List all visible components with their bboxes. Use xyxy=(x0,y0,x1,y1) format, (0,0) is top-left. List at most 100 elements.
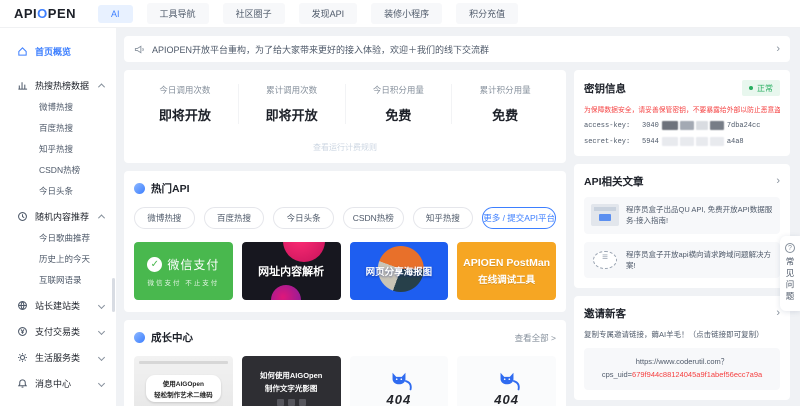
growth-center-title: 成长中心 xyxy=(151,330,193,345)
video-card-qrcode-tutorial[interactable]: 使用AIGOpen 轻松制作艺术二维码 00:00 xyxy=(134,356,233,406)
home-icon xyxy=(16,45,28,57)
video-404-text: 404 xyxy=(494,392,519,406)
globe-icon xyxy=(16,299,28,311)
invite-title: 邀请新客 xyxy=(584,306,626,321)
api-pill-csdn[interactable]: CSDN热榜 xyxy=(343,207,404,229)
nav-item-discover-api[interactable]: 发现API xyxy=(299,3,358,24)
api-pill-weibo[interactable]: 微博热搜 xyxy=(134,207,195,229)
banner-subtitle: 微信支付 不止支付 xyxy=(147,277,219,287)
growth-center-icon xyxy=(134,332,145,343)
api-pill-zhihu[interactable]: 知乎热搜 xyxy=(413,207,474,229)
sidebar-group-hot-lists[interactable]: 热搜热榜数据 xyxy=(0,74,116,96)
api-pill-baidu[interactable]: 百度热搜 xyxy=(204,207,265,229)
nav-item-tools[interactable]: 工具导航 xyxy=(147,3,209,24)
chevron-down-icon xyxy=(98,353,105,360)
banner-title: 网页分享海报图 xyxy=(366,264,433,278)
secret-key-prefix: 5944 xyxy=(642,138,659,146)
sidebar-group-label: 随机内容推荐 xyxy=(35,210,99,223)
banner-postman-tool[interactable]: APIOEN PostMan 在线调试工具 xyxy=(457,242,556,300)
article-item[interactable]: 程序员盒子出品QU API, 免费开放API数据服务-接入指南! xyxy=(584,197,780,234)
notice-text: APIOPEN开放平台重构，为了给大家带来更好的接入体验，欢迎＋我们的线下交流群 xyxy=(152,43,776,56)
decor-blob xyxy=(271,285,301,300)
api-articles-card: API相关文章 › 程序员盒子出品QU API, 免费开放API数据服务-接入指… xyxy=(574,164,790,288)
api-articles-title: API相关文章 xyxy=(584,174,644,189)
logo-text-post: PEN xyxy=(48,6,76,21)
banner-url-parser[interactable]: 网址内容解析 xyxy=(242,242,341,300)
video-card-text-light-tutorial[interactable]: 如何使用AIGOpen 制作文字光影图 00:00 xyxy=(242,356,341,406)
main-content: APIOPEN开放平台重构，为了给大家带来更好的接入体验，欢迎＋我们的线下交流群… xyxy=(116,28,800,406)
cat-404-illustration xyxy=(382,370,416,394)
sidebar-item-weibo-hot[interactable]: 微博热搜 xyxy=(0,96,116,117)
notice-banner[interactable]: APIOPEN开放平台重构，为了给大家带来更好的接入体验，欢迎＋我们的线下交流群… xyxy=(124,36,790,62)
view-all-link[interactable]: 查看全部 > xyxy=(515,332,556,344)
video-card-404[interactable]: 404 0:00 xyxy=(350,356,449,406)
stat-value: 即将开放 xyxy=(132,105,238,124)
stat-value: 免费 xyxy=(452,105,558,124)
nav-item-ai[interactable]: AI xyxy=(98,5,133,23)
sidebar-item-daily-song[interactable]: 今日歌曲推荐 xyxy=(0,227,116,248)
hot-api-title: 热门API xyxy=(151,181,190,196)
sidebar-item-zhihu-hot[interactable]: 知乎热搜 xyxy=(0,138,116,159)
key-info-title: 密钥信息 xyxy=(584,81,626,96)
access-key-label: access-key: xyxy=(584,122,642,130)
decor-thumbnails xyxy=(277,399,306,406)
sidebar-group-life-services[interactable]: 生活服务类 xyxy=(0,346,116,368)
chevron-right-icon[interactable]: › xyxy=(776,176,780,187)
chevron-right-icon[interactable]: › xyxy=(776,308,780,319)
sidebar-group-message-center[interactable]: 消息中心 xyxy=(0,372,116,394)
sidebar-item-toutiao[interactable]: 今日头条 xyxy=(0,180,116,201)
invite-url-line2: cps_uid=679f944c88124045a9f1abef56ecc7a9… xyxy=(590,369,774,382)
api-pill-more-submit[interactable]: 更多 / 提交API平台 xyxy=(482,207,556,229)
logo-o-mark: O xyxy=(37,6,48,21)
video-title-line2: 轻松制作艺术二维码 xyxy=(154,389,213,399)
stat-total-points: 累计积分用量 免费 xyxy=(451,84,558,124)
nav-item-points-recharge[interactable]: 积分充值 xyxy=(456,3,518,24)
article-thumbnail xyxy=(591,204,619,226)
sidebar-scrollbar[interactable] xyxy=(112,278,115,312)
chart-bars-icon xyxy=(16,79,28,91)
question-icon: ? xyxy=(785,243,795,253)
chevron-right-icon[interactable]: › xyxy=(776,44,780,55)
article-thumbnail xyxy=(591,249,619,271)
sun-icon xyxy=(16,351,28,363)
banner-title-line1: APIOEN PostMan xyxy=(463,257,550,269)
billing-rules-link[interactable]: 查看运行计费规则 xyxy=(132,142,558,153)
stat-value: 免费 xyxy=(346,105,452,124)
hot-api-icon xyxy=(134,183,145,194)
sidebar-group-label: 生活服务类 xyxy=(35,351,99,364)
key-info-card: 密钥信息 正常 为保障数据安全，请妥善保管密钥，不要暴露给外部以防止恶意盗刷流量… xyxy=(574,70,790,156)
wechat-pay-icon: ✓ xyxy=(147,257,162,272)
sidebar-group-label: 站长建站类 xyxy=(35,299,99,312)
logo[interactable]: APIOPEN xyxy=(14,6,76,21)
stat-label: 累计积分用量 xyxy=(452,84,558,96)
api-pill-toutiao[interactable]: 今日头条 xyxy=(273,207,334,229)
video-title-line1: 使用AIGOpen xyxy=(154,378,213,388)
access-key-prefix: 3040 xyxy=(642,122,659,130)
sidebar-group-label: 热搜热榜数据 xyxy=(35,79,99,92)
article-text: 程序员盒子开放api横向请求跨域问题解决方案! xyxy=(626,249,773,272)
sidebar-group-webmaster[interactable]: 站长建站类 xyxy=(0,294,116,316)
sidebar-item-baidu-hot[interactable]: 百度热搜 xyxy=(0,117,116,138)
nav-item-mini-program[interactable]: 装修小程序 xyxy=(371,3,442,24)
sidebar-item-history-today[interactable]: 历史上的今天 xyxy=(0,248,116,269)
sidebar-item-internet-quotes[interactable]: 互联网语录 xyxy=(0,269,116,290)
top-navbar: APIOPEN AI 工具导航 社区圈子 发现API 装修小程序 积分充值 xyxy=(0,0,800,28)
sidebar-item-home[interactable]: 首页概览 xyxy=(0,40,116,62)
page: APIOPEN AI 工具导航 社区圈子 发现API 装修小程序 积分充值 首页… xyxy=(0,0,800,406)
logo-text-pre: API xyxy=(14,6,37,21)
chevron-down-icon xyxy=(98,301,105,308)
faq-float-tab[interactable]: ? 常见问题 xyxy=(780,236,800,311)
banner-share-poster[interactable]: 网页分享海报图 xyxy=(350,242,449,300)
invite-link-box[interactable]: https://www.coderutil.com？ cps_uid=679f9… xyxy=(584,348,780,390)
banner-wechat-pay[interactable]: ✓ 微信支付 微信支付 不止支付 xyxy=(134,242,233,300)
sidebar-group-random-content[interactable]: 随机内容推荐 xyxy=(0,205,116,227)
clock-icon xyxy=(16,210,28,222)
nav-item-community[interactable]: 社区圈子 xyxy=(223,3,285,24)
sidebar-item-csdn-hot[interactable]: CSDN热榜 xyxy=(0,159,116,180)
sidebar-group-payment[interactable]: 支付交易类 xyxy=(0,320,116,342)
yen-coin-icon xyxy=(16,325,28,337)
access-key-suffix: 7dba24cc xyxy=(727,122,761,130)
secret-key-label: secret-key: xyxy=(584,138,642,146)
video-card-404[interactable]: 404 0:00 xyxy=(457,356,556,406)
article-item[interactable]: 程序员盒子开放api横向请求跨域问题解决方案! xyxy=(584,242,780,279)
